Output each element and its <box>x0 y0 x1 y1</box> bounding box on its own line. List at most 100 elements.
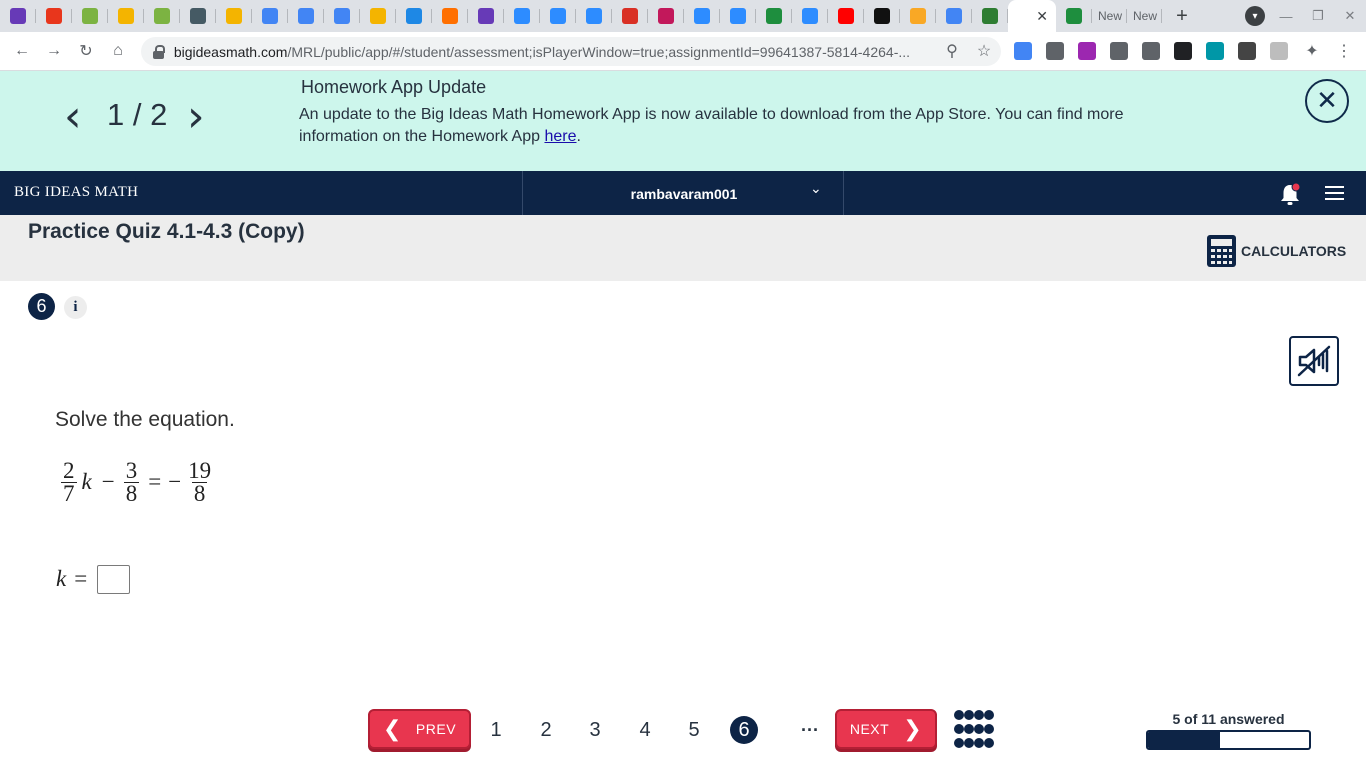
reload-icon[interactable]: ↻ <box>75 40 97 62</box>
page-number-4[interactable]: 4 <box>631 716 659 744</box>
ext-pen-icon[interactable] <box>1110 42 1128 60</box>
browser-tab[interactable] <box>360 0 396 32</box>
banner-close-icon[interactable]: ✕ <box>1305 79 1349 123</box>
fraction-denominator: 7 <box>61 480 77 506</box>
restore-icon[interactable]: ❐ <box>1306 0 1330 32</box>
browser-tab[interactable] <box>468 0 504 32</box>
browser-menu-icon[interactable]: ⋮ <box>1333 40 1355 62</box>
active-browser-tab[interactable]: ✕ <box>1008 0 1056 32</box>
hamburger-menu-icon[interactable] <box>1325 186 1344 200</box>
equals-sign: = <box>148 469 162 494</box>
more-pages-ellipsis[interactable]: ··· <box>798 716 822 744</box>
ext-shield-icon[interactable] <box>1046 42 1064 60</box>
browser-tab[interactable] <box>72 0 108 32</box>
ext-puzzle-icon[interactable] <box>1078 42 1096 60</box>
page-number-2[interactable]: 2 <box>532 716 560 744</box>
browser-tab[interactable] <box>576 0 612 32</box>
close-window-icon[interactable]: ✕ <box>1338 0 1362 32</box>
browser-tab[interactable] <box>0 0 36 32</box>
info-icon[interactable]: i <box>64 296 87 319</box>
chevron-down-icon: ⌄ <box>810 180 822 196</box>
browser-tab[interactable] <box>972 0 1008 32</box>
back-icon[interactable]: ← <box>11 40 33 62</box>
zoom-icon <box>514 8 530 24</box>
browser-tab[interactable] <box>864 0 900 32</box>
page-number-1[interactable]: 1 <box>482 716 510 744</box>
address-bar[interactable]: bigideasmath.com /MRL/public/app/#/stude… <box>141 37 1001 66</box>
audio-muted-button[interactable] <box>1289 336 1339 386</box>
browser-tab[interactable] <box>756 0 792 32</box>
notification-bell-icon[interactable] <box>1279 182 1301 206</box>
ixl-icon <box>154 8 170 24</box>
prev-button[interactable]: ❮ PREV <box>368 709 471 749</box>
docs-icon <box>334 8 350 24</box>
browser-tab[interactable] <box>216 0 252 32</box>
browser-tab[interactable] <box>144 0 180 32</box>
browser-tab[interactable] <box>648 0 684 32</box>
page-number-5[interactable]: 5 <box>680 716 708 744</box>
ext-bot-icon[interactable] <box>1174 42 1192 60</box>
browser-tab[interactable] <box>720 0 756 32</box>
close-tab-icon[interactable]: ✕ <box>1036 8 1048 25</box>
extensions-puzzle-icon[interactable]: ✦ <box>1301 40 1323 62</box>
banner-next-icon[interactable]: › <box>187 91 205 142</box>
browser-tab[interactable] <box>180 0 216 32</box>
fraction-numerator: 3 <box>125 457 138 483</box>
calculators-button[interactable]: CALCULATORS <box>1207 234 1346 268</box>
negative-sign: − <box>168 469 182 494</box>
answer-row: k = <box>56 563 131 595</box>
pencil-app-icon <box>910 8 926 24</box>
browser-tab[interactable] <box>252 0 288 32</box>
banner-prev-icon[interactable]: ‹ <box>64 91 82 142</box>
next-button[interactable]: NEXT ❯ <box>835 709 937 749</box>
browser-tab[interactable] <box>684 0 720 32</box>
browser-tab-new[interactable]: New <box>1127 0 1162 32</box>
ext-circle-icon[interactable] <box>1206 42 1224 60</box>
docs-icon <box>298 8 314 24</box>
translate-icon[interactable] <box>1014 42 1032 60</box>
browser-tab[interactable] <box>108 0 144 32</box>
zoom-icon <box>694 8 710 24</box>
profile-dropdown-icon[interactable]: ▾ <box>1245 6 1265 26</box>
browser-tab[interactable] <box>540 0 576 32</box>
app-header: BIG IDEAS MATH rambavaram001 ⌄ <box>0 171 1366 215</box>
brand-logo[interactable]: BIG IDEAS MATH <box>14 184 138 201</box>
bookmark-star-icon[interactable]: ☆ <box>973 40 995 62</box>
zoom-magnifier-icon[interactable]: ⚲ <box>941 40 963 62</box>
zoom-icon <box>586 8 602 24</box>
ext-layers-icon[interactable] <box>1142 42 1160 60</box>
user-dropdown[interactable]: rambavaram001 ⌄ <box>522 171 844 215</box>
browser-tab[interactable] <box>936 0 972 32</box>
browser-tab[interactable] <box>504 0 540 32</box>
browser-tab[interactable] <box>612 0 648 32</box>
question-prompt: Solve the equation. <box>55 408 235 431</box>
forward-icon[interactable]: → <box>43 40 65 62</box>
browser-tab[interactable] <box>1056 0 1092 32</box>
banner-title: Homework App Update <box>301 77 487 97</box>
banner-counter: 1 / 2 <box>107 97 168 132</box>
question-grid-icon[interactable] <box>953 709 995 749</box>
fraction-denominator: 8 <box>191 480 208 506</box>
home-icon[interactable]: ⌂ <box>107 40 129 62</box>
page-number-3[interactable]: 3 <box>581 716 609 744</box>
b-app-icon <box>874 8 890 24</box>
minimize-icon[interactable]: — <box>1274 0 1298 32</box>
browser-tab[interactable] <box>324 0 360 32</box>
chevron-left-icon: ❮ <box>382 716 402 742</box>
browser-tab[interactable] <box>36 0 72 32</box>
ext-l-icon[interactable] <box>1238 42 1256 60</box>
ext-b-icon[interactable] <box>1270 42 1288 60</box>
browser-tab-new[interactable]: New <box>1092 0 1127 32</box>
browser-tab[interactable] <box>432 0 468 32</box>
banner-text: An update to the Big Ideas Math Homework… <box>299 104 1149 148</box>
page-number-6[interactable]: 6 <box>730 716 758 744</box>
browser-tab[interactable] <box>792 0 828 32</box>
banner-here-link[interactable]: here <box>544 128 576 145</box>
browser-tab[interactable] <box>828 0 864 32</box>
browser-tab[interactable] <box>396 0 432 32</box>
browser-tab[interactable] <box>900 0 936 32</box>
new-tab-button[interactable]: + <box>1162 0 1202 32</box>
zoom-icon <box>802 8 818 24</box>
answer-input[interactable] <box>97 564 131 594</box>
browser-tab[interactable] <box>288 0 324 32</box>
